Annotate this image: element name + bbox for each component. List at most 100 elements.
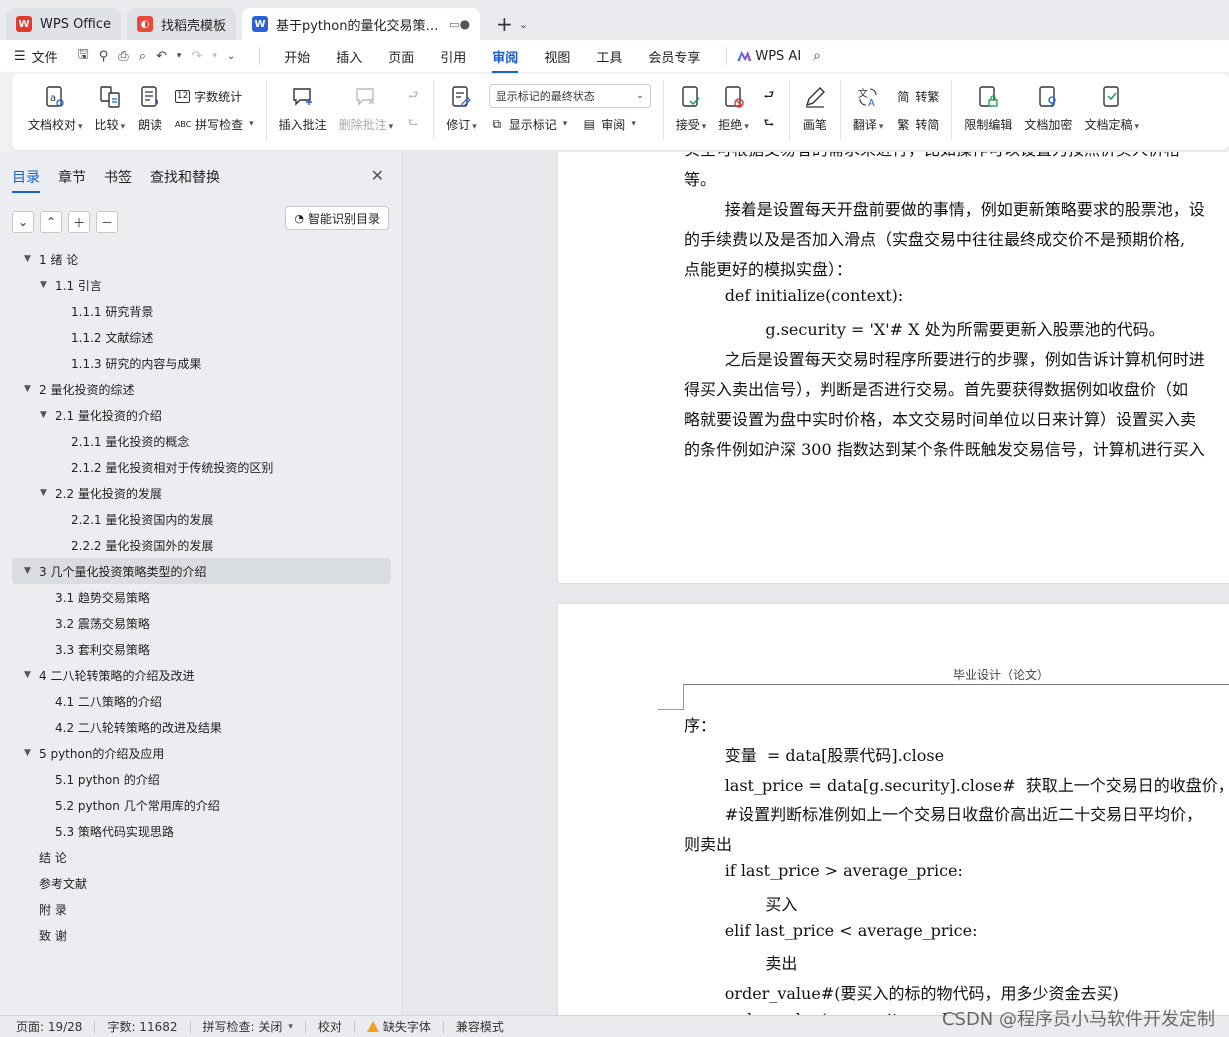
smart-toc-button[interactable]: ◔ 智能识别目录 [285, 206, 389, 230]
menu-review[interactable]: 审阅 [492, 47, 519, 73]
show-markup-button[interactable]: ⧉ 显示标记 ▾ [489, 112, 567, 136]
remove-heading-button[interactable]: － [96, 211, 118, 233]
toc-item[interactable]: 4.1 二八策略的介绍 [0, 688, 403, 714]
tab-list-button[interactable]: ⌄ [519, 8, 528, 40]
new-tab-button[interactable]: + [496, 8, 513, 40]
spell-check-status[interactable]: 拼写检查: 关闭 ▾ [203, 1018, 293, 1035]
expand-arrow-icon[interactable]: ▼ [40, 280, 52, 290]
close-tab-icon[interactable]: ● [460, 17, 470, 31]
doc-proof-button[interactable]: a 文档校对 ▾ [22, 80, 89, 140]
expand-arrow-icon[interactable]: ▼ [24, 384, 36, 394]
track-changes-button[interactable]: 修订 ▾ [440, 80, 483, 140]
toc-item[interactable]: 3.1 趋势交易策略 [0, 584, 403, 610]
menu-tools[interactable]: 工具 [596, 47, 622, 66]
wps-ai-button[interactable]: WPS AI [737, 49, 801, 64]
nav-tab-bookmarks[interactable]: 书签 [104, 167, 132, 193]
next-comment-button[interactable]: ⮑ [405, 112, 421, 136]
collapse-all-button[interactable]: ⌃ [40, 211, 62, 233]
toc-item[interactable]: 3.2 震荡交易策略 [0, 610, 403, 636]
menu-references[interactable]: 引用 [440, 47, 466, 66]
toc-item[interactable]: 致 谢 [0, 922, 403, 948]
accept-button[interactable]: 接受 ▾ [670, 80, 713, 140]
menu-view[interactable]: 视图 [544, 47, 570, 66]
tab-wps-office[interactable]: W WPS Office [6, 8, 122, 40]
toc-item[interactable]: ▼ 2 量化投资的综述 [0, 376, 403, 402]
read-aloud-button[interactable]: 朗读 [131, 80, 169, 140]
toc-item[interactable]: ▼ 2.2 量化投资的发展 [0, 480, 403, 506]
toc-item[interactable]: 附 录 [0, 896, 403, 922]
print-icon[interactable]: ⎙ [118, 49, 128, 64]
toc-item[interactable]: 1.1.3 研究的内容与成果 [0, 350, 403, 376]
share-icon[interactable]: ⚲ [99, 49, 109, 64]
toc-item[interactable]: 3.3 套利交易策略 [0, 636, 403, 662]
proof-status[interactable]: 校对 [318, 1018, 342, 1035]
redo-icon[interactable]: ↷ [191, 49, 202, 64]
more-chevron-icon[interactable]: ⌄ [227, 51, 235, 62]
delete-comment-button[interactable]: 删除批注 ▾ [333, 80, 400, 140]
tab-docer-templates[interactable]: ◐ 找稻壳模板 [127, 8, 237, 40]
reject-button[interactable]: 拒绝 ▾ [712, 80, 755, 140]
pen-button[interactable]: 画笔 [796, 80, 834, 140]
toc-item[interactable]: ▼ 1 绪 论 [0, 246, 403, 272]
previous-change-button[interactable]: ⮐ [761, 84, 777, 108]
toc-item[interactable]: ▼ 4 二八轮转策略的介绍及改进 [0, 662, 403, 688]
undo-dropdown-icon[interactable]: ▾ [177, 51, 182, 61]
toc-item[interactable]: ▼ 2.1 量化投资的介绍 [0, 402, 403, 428]
search-icon[interactable]: ⌕ [813, 48, 821, 64]
restrict-edit-button[interactable]: 限制编辑 [958, 80, 1018, 140]
encrypt-button[interactable]: 文档加密 [1018, 80, 1078, 140]
nav-tab-find-replace[interactable]: 查找和替换 [150, 167, 220, 193]
toc-item[interactable]: 1.1.1 研究背景 [0, 298, 403, 324]
to-simplified-button[interactable]: 繁转简 [895, 112, 939, 136]
previous-comment-button[interactable]: ⮐ [405, 84, 421, 108]
tab-current-document[interactable]: W 基于python的量化交易策略 毕 ▭ ● [242, 8, 481, 40]
word-count-button[interactable]: 12 字数统计 [175, 84, 254, 108]
toc-item[interactable]: 结 论 [0, 844, 403, 870]
close-icon[interactable]: ✕ [371, 166, 384, 185]
toc-item[interactable]: 参考文献 [0, 870, 403, 896]
word-count-indicator[interactable]: 字数: 11682 [107, 1018, 177, 1035]
review-pane-button[interactable]: ▤ 审阅 ▾ [581, 112, 636, 136]
markup-state-select[interactable]: 显示标记的最终状态 ⌄ [488, 84, 651, 108]
toc-item[interactable]: 2.1.1 量化投资的概念 [0, 428, 403, 454]
menu-insert[interactable]: 插入 [336, 47, 362, 66]
toc-item[interactable]: ▼ 5 python的介绍及应用 [0, 740, 403, 766]
insert-comment-button[interactable]: 插入批注 [273, 80, 333, 140]
menu-start[interactable]: 开始 [284, 47, 310, 66]
translate-button[interactable]: 文A 翻译 ▾ [847, 80, 890, 140]
menu-member[interactable]: 会员专享 [648, 47, 700, 66]
expand-arrow-icon[interactable]: ▼ [24, 254, 36, 264]
file-menu-button[interactable]: ☰ 文件 [14, 47, 58, 66]
undo-icon[interactable]: ↶ [156, 49, 167, 64]
redo-dropdown-icon[interactable]: ▾ [212, 51, 217, 61]
toc-item[interactable]: 2.1.2 量化投资相对于传统投资的区别 [0, 454, 403, 480]
page-indicator[interactable]: 页面: 19/28 [16, 1018, 82, 1035]
compare-button[interactable]: 比较 ▾ [89, 80, 132, 140]
monitor-icon[interactable]: ▭ [449, 18, 459, 31]
toc-item[interactable]: 2.2.1 量化投资国内的发展 [0, 506, 403, 532]
spell-check-button[interactable]: ABC 拼写检查 ▾ [175, 112, 254, 136]
toc-item[interactable]: 2.2.2 量化投资国外的发展 [0, 532, 403, 558]
toc-item[interactable]: ▼ 3 几个量化投资策略类型的介绍 [12, 558, 391, 584]
expand-arrow-icon[interactable]: ▼ [24, 670, 36, 680]
save-icon[interactable]: 🖫 [78, 45, 89, 67]
missing-font-status[interactable]: 缺失字体 [366, 1018, 431, 1035]
toc-item[interactable]: 5.2 python 几个常用库的介绍 [0, 792, 403, 818]
document-canvas[interactable]: 14 实全可根据交易者的需求来进行，比如操作可以设置为按照价买人价格等。 接着是… [404, 152, 1229, 1015]
toc-item[interactable]: 4.2 二八轮转策略的改进及结果 [0, 714, 403, 740]
finalize-button[interactable]: 文档定稿 ▾ [1078, 80, 1145, 140]
toc-item[interactable]: 1.1.2 文献综述 [0, 324, 403, 350]
toc-item[interactable]: ▼ 1.1 引言 [0, 272, 403, 298]
next-change-button[interactable]: ⮑ [761, 112, 777, 136]
expand-arrow-icon[interactable]: ▼ [24, 566, 36, 576]
print-preview-icon[interactable]: ⌕ [139, 49, 146, 64]
expand-all-button[interactable]: ⌄ [12, 211, 34, 233]
nav-tab-toc[interactable]: 目录 [12, 167, 40, 193]
to-traditional-button[interactable]: 简转繁 [895, 84, 939, 108]
nav-tab-sections[interactable]: 章节 [58, 167, 86, 193]
toc-item[interactable]: 5.1 python 的介绍 [0, 766, 403, 792]
add-heading-button[interactable]: ＋ [68, 211, 90, 233]
expand-arrow-icon[interactable]: ▼ [24, 748, 36, 758]
expand-arrow-icon[interactable]: ▼ [40, 488, 52, 498]
toc-item[interactable]: 5.3 策略代码实现思路 [0, 818, 403, 844]
